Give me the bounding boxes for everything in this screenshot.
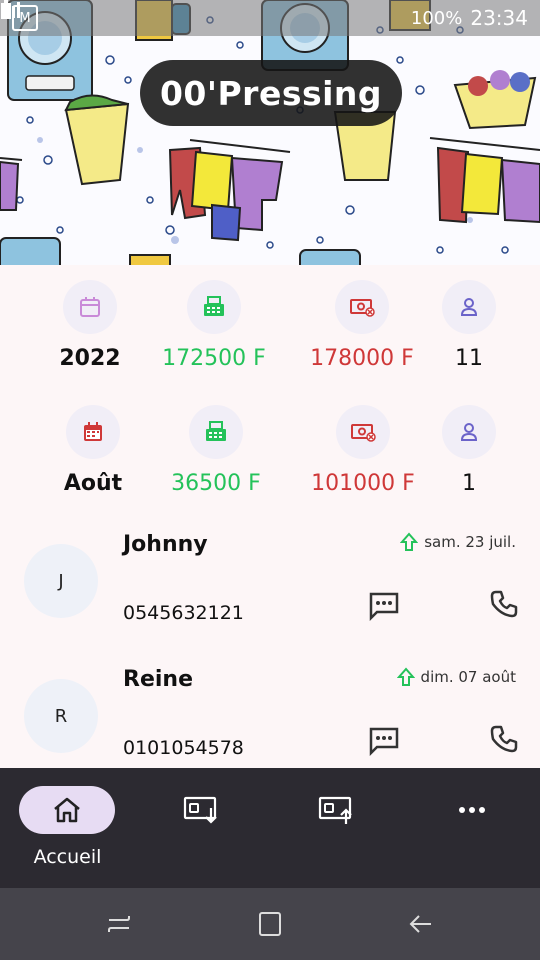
nav-label-accueil: Accueil [33,846,102,868]
client-date-text: dim. 07 août [420,668,516,686]
laundry-illustration [0,0,540,265]
message-button[interactable] [360,582,408,630]
nav-item-accueil[interactable]: Accueil [0,768,135,888]
stat-year-clients-value: 11 [455,346,483,371]
battery-icon [1,0,11,19]
person-icon [442,280,496,334]
status-time: 23:34 [470,6,528,30]
back-arrow-icon [409,915,431,933]
client-date: dim. 07 août [396,667,516,687]
stats-row-month: Août 36500 F 101000 F 1 [0,390,540,510]
app-title: 00'Pressing [140,60,402,126]
phone-icon [490,725,518,753]
avatar: R [24,679,98,753]
nav-item-more[interactable] [405,768,540,888]
money-off-icon [336,405,390,459]
stat-month-period[interactable]: Août [28,390,158,496]
client-name: Johnny [123,532,208,557]
money-off-icon [335,280,389,334]
nav-active-indicator [19,786,115,834]
home-icon [54,797,80,823]
stat-year-income[interactable]: 172500 F [149,265,279,371]
phone-icon [490,590,518,618]
stat-month-clients[interactable]: 1 [404,390,534,496]
stat-year-period[interactable]: 2022 [25,265,155,371]
client-date-text: sam. 23 juil. [424,533,516,551]
arrow-up-icon [396,667,415,686]
message-icon [369,592,399,621]
stats-row-year: 2022 172500 F 178000 F 11 [0,265,540,385]
client-name: Reine [123,667,193,692]
battery-percent: 100% [410,7,463,29]
calendar-month-icon [66,405,120,459]
bottom-navigation: Accueil [0,768,540,888]
recent-apps-button[interactable] [99,908,139,940]
stat-year-clients[interactable]: 11 [404,265,534,371]
stat-year-income-value: 172500 F [162,346,266,371]
status-bar: M 100% 23:34 [0,0,540,36]
cash-register-icon [187,280,241,334]
cash-register-icon [189,405,243,459]
stat-month-clients-value: 1 [462,471,476,496]
client-date: sam. 23 juil. [400,532,516,552]
nav-item-send[interactable] [270,768,405,888]
send-money-icon [313,786,361,834]
home-square-icon [259,912,281,936]
list-item[interactable]: J Johnny 0545632121 sam. 23 juil. [0,510,540,646]
arrow-up-icon [400,532,419,551]
client-phone: 0101054578 [123,737,244,759]
home-system-button[interactable] [250,908,290,940]
stat-month-income-value: 36500 F [171,471,261,496]
recent-apps-icon [108,916,130,932]
stat-month-label: Août [63,471,123,496]
receive-money-icon [178,786,226,834]
nav-item-receive[interactable] [135,768,270,888]
header-banner: M 100% 23:34 00'Pressing [0,0,540,265]
call-button[interactable] [480,580,528,628]
more-icon [448,786,496,834]
calendar-icon [63,280,117,334]
list-item[interactable]: R Reine 0101054578 dim. 07 août [0,645,540,781]
call-button[interactable] [480,715,528,763]
message-icon [369,727,399,756]
avatar: J [24,544,98,618]
system-navigation-bar [0,888,540,960]
person-icon [442,405,496,459]
message-button[interactable] [360,717,408,765]
stat-year-label: 2022 [59,346,121,371]
client-phone: 0545632121 [123,602,244,624]
stat-month-income[interactable]: 36500 F [151,390,281,496]
back-button[interactable] [401,908,441,940]
